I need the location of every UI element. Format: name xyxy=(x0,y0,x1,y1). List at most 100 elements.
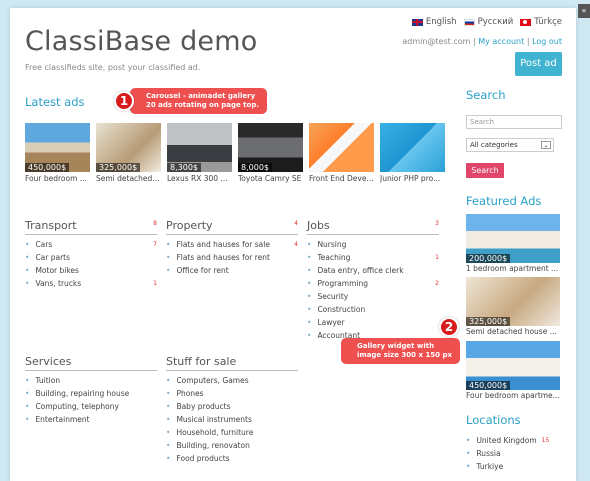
subcategory-label: Food products xyxy=(166,454,229,463)
subcategory-item[interactable]: Car parts xyxy=(25,251,157,264)
callout-line: Gallery widget with xyxy=(357,342,435,350)
search-input[interactable]: Search xyxy=(466,115,562,129)
separator: | xyxy=(472,37,476,46)
carousel-item[interactable]: Front End Deve... xyxy=(309,123,374,183)
ad-caption[interactable]: Front End Deve... xyxy=(309,174,374,183)
subcategory-item[interactable]: Building, repairing house xyxy=(25,387,157,400)
subcategory-item[interactable]: Security xyxy=(307,290,439,303)
featured-ad-caption[interactable]: Four bedroom apartme... xyxy=(466,391,560,400)
my-account-link[interactable]: My account xyxy=(478,37,524,46)
subcategory-item[interactable]: Computers, Games xyxy=(166,374,298,387)
category-title[interactable]: Property xyxy=(166,219,213,232)
ad-thumbnail[interactable]: 325,000$ xyxy=(96,123,161,172)
ad-thumbnail[interactable]: 8,000$ xyxy=(238,123,303,172)
featured-ad-caption[interactable]: 1 bedroom apartment ... xyxy=(466,264,560,273)
ad-caption[interactable]: Semi detached ... xyxy=(96,174,161,183)
subcategory-item[interactable]: Teaching 1 xyxy=(307,251,439,264)
subcategory-item[interactable]: Building, renovaton xyxy=(166,439,298,452)
location-item[interactable]: Turkiye xyxy=(466,460,566,473)
category-count: 4 xyxy=(294,220,298,227)
subcategory-label: Entertainment xyxy=(25,415,89,424)
subcategory-label: Construction xyxy=(307,305,365,314)
featured-ad[interactable]: 200,000$ 1 bedroom apartment ... xyxy=(466,214,560,273)
subcategory-item[interactable]: Construction xyxy=(307,303,439,316)
subcategory-item[interactable]: Food products xyxy=(166,452,298,465)
subcategory-item[interactable]: Musical instruments xyxy=(166,413,298,426)
subcategory-item[interactable]: Tuition xyxy=(25,374,157,387)
lang-english-label: English xyxy=(425,17,457,27)
collapse-panel-button[interactable]: « xyxy=(578,4,590,18)
subcategory-item[interactable]: Flats and hauses for sale 4 xyxy=(166,238,298,251)
subcategory-label: Flats and hauses for rent xyxy=(166,253,270,262)
subcategory-item[interactable]: Lawyer xyxy=(307,316,439,329)
featured-ad-thumbnail[interactable]: 200,000$ xyxy=(466,214,560,263)
category-title[interactable]: Jobs xyxy=(307,219,330,232)
subcategory-item[interactable]: Motor bikes xyxy=(25,264,157,277)
featured-ad-thumbnail[interactable]: 450,000$ xyxy=(466,341,560,390)
logout-link[interactable]: Log out xyxy=(532,37,562,46)
carousel-item[interactable]: 325,000$ Semi detached ... xyxy=(96,123,161,183)
subcategory-item[interactable]: Baby products xyxy=(166,400,298,413)
site-tagline: Free classifieds site, post your classif… xyxy=(25,63,201,72)
location-label: Turkiye xyxy=(476,462,504,471)
subcategory-item[interactable]: Programming 2 xyxy=(307,277,439,290)
subcategory-item[interactable]: Data entry, office clerk xyxy=(307,264,439,277)
price-tag: 8,300$ xyxy=(167,163,201,172)
subcategory-item[interactable]: Vans, trucks 1 xyxy=(25,277,157,290)
locations-list: United Kingdom 15 Russia Turkiye xyxy=(466,434,566,473)
category-title[interactable]: Transport xyxy=(25,219,77,232)
subcategory-item[interactable]: Entertainment xyxy=(25,413,157,426)
location-item[interactable]: United Kingdom 15 xyxy=(466,434,566,447)
category-select[interactable]: All categories ⌄ xyxy=(466,138,554,152)
category-title[interactable]: Services xyxy=(25,355,71,368)
lang-russian[interactable]: Русский xyxy=(463,17,513,27)
ad-thumbnail[interactable] xyxy=(309,123,374,172)
user-email: admin@test.com xyxy=(402,37,471,46)
carousel-item[interactable]: Junior PHP pro... xyxy=(380,123,445,183)
subcategory-label: Building, repairing house xyxy=(25,389,129,398)
price-tag: 450,000$ xyxy=(25,163,70,172)
callout-number-badge: 1 xyxy=(114,91,134,111)
subcategory-label: Tuition xyxy=(25,376,60,385)
subcategory-item[interactable]: Nursing xyxy=(307,238,439,251)
carousel-item[interactable]: 450,000$ Four bedroom ... xyxy=(25,123,90,183)
lang-english[interactable]: English xyxy=(411,17,457,27)
post-ad-button[interactable]: Post ad xyxy=(515,52,562,76)
price-tag: 8,000$ xyxy=(238,163,272,172)
ad-caption[interactable]: Lexus RX 300 ... xyxy=(167,174,232,183)
featured-ad-thumbnail[interactable]: 325,000$ xyxy=(466,277,560,326)
search-button[interactable]: Search xyxy=(466,163,504,178)
featured-ads-title: Featured Ads xyxy=(466,194,542,208)
price-tag: 325,000$ xyxy=(96,163,141,172)
category-title[interactable]: Stuff for sale xyxy=(166,355,236,368)
search-title: Search xyxy=(466,88,506,102)
location-label: United Kingdom xyxy=(476,436,537,445)
featured-ad[interactable]: 450,000$ Four bedroom apartme... xyxy=(466,341,560,400)
subcategory-item[interactable]: Household, furniture xyxy=(166,426,298,439)
ad-thumbnail[interactable] xyxy=(380,123,445,172)
subcategory-label: Computers, Games xyxy=(166,376,248,385)
ad-caption[interactable]: Toyota Camry SE xyxy=(238,174,303,183)
location-item[interactable]: Russia xyxy=(466,447,566,460)
subcategory-item[interactable]: Cars 7 xyxy=(25,238,157,251)
carousel-item[interactable]: 8,300$ Lexus RX 300 ... xyxy=(167,123,232,183)
lang-turkish[interactable]: Türkçe xyxy=(520,17,562,27)
featured-ad[interactable]: 325,000$ Semi detached house ... xyxy=(466,277,560,336)
callout-line: 20 ads rotating on page top. xyxy=(146,101,260,109)
carousel-item[interactable]: 8,000$ Toyota Camry SE xyxy=(238,123,303,183)
featured-ad-caption[interactable]: Semi detached house ... xyxy=(466,327,560,336)
subcategory-item[interactable]: Computing, telephony xyxy=(25,400,157,413)
ad-thumbnail[interactable]: 450,000$ xyxy=(25,123,90,172)
ad-caption[interactable]: Junior PHP pro... xyxy=(380,174,445,183)
ad-thumbnail[interactable]: 8,300$ xyxy=(167,123,232,172)
subcategory-item[interactable]: Flats and hauses for rent xyxy=(166,251,298,264)
location-label: Russia xyxy=(476,449,501,458)
subcategory-item[interactable]: Office for rent xyxy=(166,264,298,277)
locations-title: Locations xyxy=(466,413,521,427)
site-title[interactable]: ClassiBase demo xyxy=(25,26,257,57)
subcategory-list: Flats and hauses for sale 4 Flats and hau… xyxy=(166,238,298,277)
ad-caption[interactable]: Four bedroom ... xyxy=(25,174,90,183)
subcategory-label: Household, furniture xyxy=(166,428,253,437)
subcategory-item[interactable]: Phones xyxy=(166,387,298,400)
subcategory-count: 1 xyxy=(435,254,439,261)
